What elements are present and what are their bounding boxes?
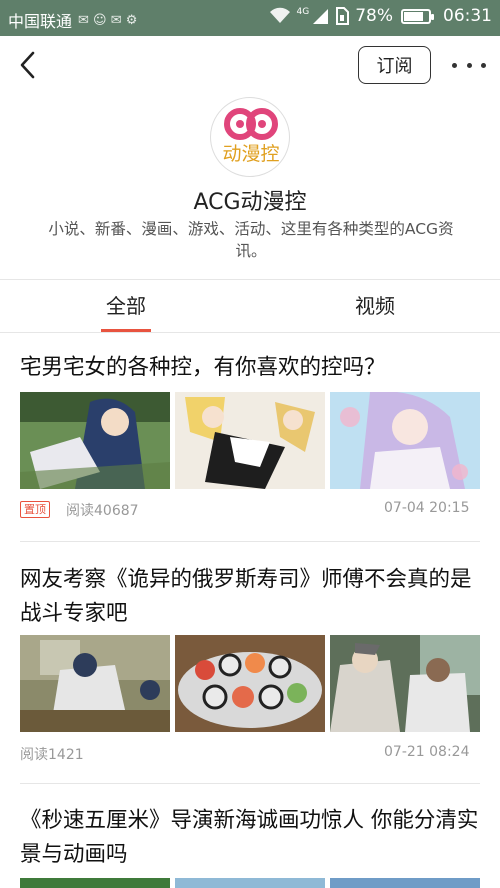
publish-date: 07-21 08:24 — [384, 744, 470, 760]
chevron-left-icon — [20, 51, 35, 79]
carrier-label: 中国联通 — [8, 12, 73, 31]
divider — [0, 279, 500, 280]
article-thumbnail[interactable] — [175, 392, 325, 489]
notification-icons: ✉ ☺ ✉ ⚙ — [78, 12, 138, 28]
article-card[interactable]: 宅男宅女的各种控，有你喜欢的控吗？ 置顶 阅读40687 07-04 20:15 — [0, 334, 500, 540]
article-thumbnails — [0, 878, 500, 888]
tab-all[interactable]: 全部 — [56, 286, 196, 332]
tab-video[interactable]: 视频 — [305, 286, 445, 332]
channel-description: 小说、新番、漫画、游戏、活动、这里有各种类型的ACG资讯。 — [48, 220, 454, 260]
tab-label: 全部 — [106, 294, 146, 318]
article-card[interactable]: 网友考察《诡异的俄罗斯寿司》师傅不会真的是战斗专家吧 阅读1421 07-21 … — [0, 542, 500, 782]
back-button[interactable] — [14, 48, 44, 82]
article-thumbnail[interactable] — [330, 635, 480, 732]
more-dot-icon — [466, 62, 472, 68]
wifi-icon — [269, 7, 290, 23]
article-thumbnail[interactable] — [20, 392, 170, 489]
article-thumbnails — [0, 392, 500, 489]
article-thumbnail[interactable] — [330, 392, 480, 489]
article-thumbnail[interactable] — [20, 635, 170, 732]
article-thumbnail[interactable] — [175, 635, 325, 732]
article-card[interactable]: 《秒速五厘米》导演新海诚画功惊人 你能分清实景与动画吗 — [0, 784, 500, 888]
clock: 06:31 — [443, 6, 492, 26]
logo-text: 动漫控 — [222, 143, 279, 165]
subscribe-button[interactable]: 订阅 — [358, 46, 431, 84]
signal-icon — [313, 9, 329, 24]
read-count: 阅读1421 — [20, 747, 84, 763]
pinned-badge: 置顶 — [20, 501, 50, 518]
divider — [0, 332, 500, 333]
article-thumbnails — [0, 635, 500, 732]
publish-date: 07-04 20:15 — [384, 500, 470, 516]
tab-label: 视频 — [355, 294, 395, 318]
battery-icon — [401, 8, 434, 24]
article-thumbnail[interactable] — [175, 878, 325, 888]
sim-icon — [336, 7, 350, 25]
article-title[interactable]: 宅男宅女的各种控，有你喜欢的控吗？ — [20, 351, 482, 385]
article-title[interactable]: 网友考察《诡异的俄罗斯寿司》师傅不会真的是战斗专家吧 — [20, 563, 482, 631]
more-options-button[interactable] — [452, 54, 486, 76]
status-bar: 中国联通 ✉ ☺ ✉ ⚙ 4G 78% 06:31 — [0, 0, 500, 36]
channel-avatar: 动漫控 — [210, 97, 290, 177]
more-dot-icon — [452, 62, 457, 68]
channel-name: ACG动漫控 — [193, 190, 307, 215]
more-dot-icon — [481, 62, 486, 68]
network-type-label: 4G — [296, 7, 310, 17]
article-title[interactable]: 《秒速五厘米》导演新海诚画功惊人 你能分清实景与动画吗 — [20, 804, 482, 872]
channel-logo: 动漫控 — [222, 108, 280, 165]
top-navigation: 订阅 — [0, 36, 500, 94]
article-thumbnail[interactable] — [20, 878, 170, 888]
battery-percent: 78% — [355, 6, 393, 26]
article-thumbnail[interactable] — [330, 878, 480, 888]
read-count: 阅读40687 — [66, 503, 139, 519]
